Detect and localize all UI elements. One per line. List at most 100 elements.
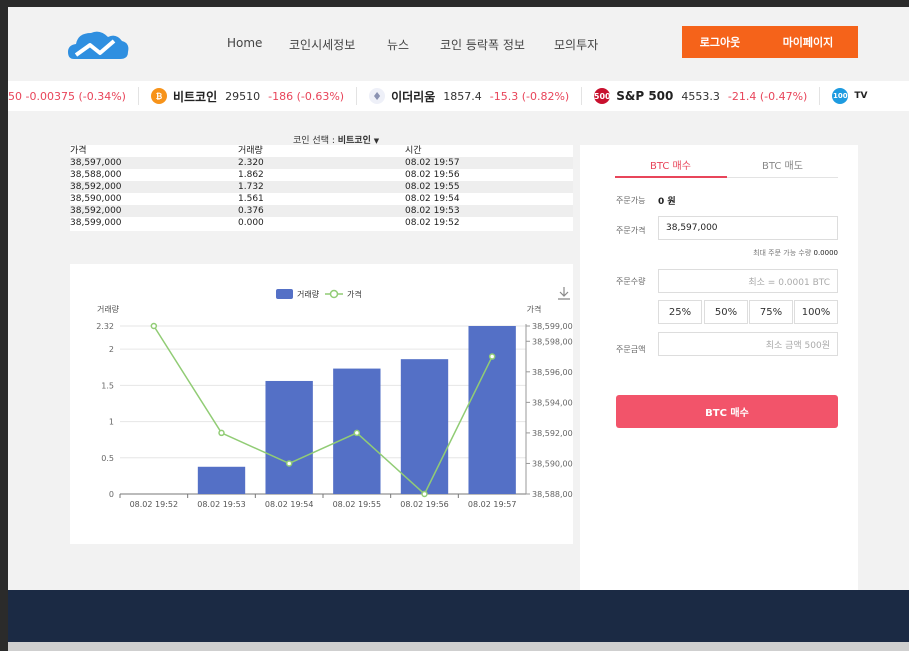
y-tick-label: 2	[109, 345, 114, 354]
price-point	[218, 429, 225, 437]
legend-bar-swatch	[276, 289, 293, 299]
available-label: 주문가능	[616, 196, 646, 205]
price-label: 주문가격	[616, 226, 646, 235]
table-row: 38,588,000 1.862 08.02 19:56	[70, 169, 573, 181]
y2-tick-label: 38,588,000	[532, 490, 573, 499]
logout-button[interactable]: 로그아웃	[682, 26, 758, 58]
cell-price: 38,597,000	[70, 158, 122, 168]
ticker-item[interactable]: 50 -0.00375 (-0.34%)	[8, 87, 139, 105]
footer-bottom	[8, 642, 909, 651]
ticker-change: -21.4 (-0.47%)	[727, 89, 808, 103]
pct-50-button[interactable]: 50%	[704, 300, 748, 324]
ticker-name: 이더리움	[391, 89, 436, 104]
table-row: 38,592,000 1.732 08.02 19:55	[70, 181, 573, 193]
bar	[265, 380, 313, 494]
sp500-icon: 500	[594, 88, 611, 104]
x-tick-label: 08.02 19:57	[468, 500, 516, 509]
buy-button[interactable]: BTC 매수	[616, 395, 838, 428]
max-qty-info: 최대 주문 가능 수량 0.0000	[753, 248, 838, 258]
ticker-price: 1857.4	[443, 89, 482, 103]
y2-tick-label: 38,594,000	[532, 398, 573, 407]
footer	[8, 590, 909, 642]
download-icon[interactable]	[558, 287, 570, 300]
ticker-item[interactable]: ♦ 이더리움 1857.4 -15.3 (-0.82%)	[357, 87, 583, 105]
chevron-down-icon: ▼	[373, 137, 380, 145]
cell-volume: 0.000	[238, 218, 264, 228]
cell-time: 08.02 19:53	[405, 206, 460, 216]
header-time: 시간	[405, 146, 422, 156]
pct-100-button[interactable]: 100%	[794, 300, 838, 324]
cell-volume: 2.320	[238, 158, 264, 168]
bar	[468, 326, 516, 494]
x-tick-label: 08.02 19:56	[400, 500, 449, 509]
price-point	[488, 353, 496, 360]
bitcoin-icon: ₿	[150, 88, 167, 104]
pct-25-button[interactable]: 25%	[658, 300, 702, 324]
table-row: 38,590,000 1.561 08.02 19:54	[70, 193, 573, 205]
y2-tick-label: 38,598,000	[532, 337, 573, 346]
y2-tick-label: 38,599,000	[532, 322, 573, 331]
ticker-item[interactable]: 100 TV	[820, 87, 879, 105]
cell-volume: 1.561	[238, 194, 264, 204]
chart-panel: 2.32 2 1.5 1 0.5 0 38,599,000 38,598,000 38,596,…	[70, 264, 578, 544]
nav-mock-invest[interactable]: 모의투자	[554, 36, 598, 53]
nav-coin-change[interactable]: 코인 등락폭 정보	[440, 36, 525, 53]
x-tick-label: 08.02 19:52	[130, 500, 179, 509]
ticker-price: 4553.3	[681, 89, 720, 103]
mypage-button[interactable]: 마이페이지	[758, 26, 858, 58]
nav-coin-price[interactable]: 코인시세정보	[289, 36, 355, 53]
header-price: 가격	[70, 146, 87, 156]
price-input[interactable]: 38,597,000	[658, 216, 838, 240]
price-point	[353, 429, 361, 437]
max-qty-label: 최대 주문 가능 수량	[753, 249, 812, 257]
y-tick-label: 0.5	[101, 454, 114, 463]
ticker-price: 29510	[225, 89, 261, 103]
ticker-item[interactable]: ₿ 비트코인 29510 -186 (-0.63%)	[139, 87, 358, 105]
y2-axis-label: 가격	[527, 304, 542, 314]
qty-label: 주문수량	[616, 277, 646, 286]
tab-sell[interactable]: BTC 매도	[762, 157, 803, 172]
ticker-item[interactable]: 500 S&P 500 4553.3 -21.4 (-0.47%)	[582, 87, 821, 105]
ticker-bar: 50 -0.00375 (-0.34%) ₿ 비트코인 29510 -186 (…	[8, 81, 909, 111]
pct-75-button[interactable]: 75%	[749, 300, 793, 324]
price-point	[421, 490, 428, 498]
order-panel: BTC 매수 BTC 매도 주문가능 0 원 주문가격 38,597,000 최…	[580, 145, 858, 591]
amount-input[interactable]: 최소 금액 500원	[658, 332, 838, 356]
app-window: Home 코인시세정보 뉴스 코인 등락폭 정보 모의투자 로그아웃 마이페이지…	[8, 7, 909, 651]
price-point	[285, 460, 293, 467]
cell-price: 38,590,000	[70, 194, 122, 204]
ticker-name: S&P 500	[616, 89, 674, 103]
legend-line-marker	[329, 289, 339, 299]
qty-input[interactable]: 최소 = 0.0001 BTC	[658, 269, 838, 293]
cell-volume: 0.376	[238, 206, 264, 216]
y-tick-label: 1	[109, 418, 114, 427]
legend-line-label: 가격	[347, 289, 362, 299]
bar	[197, 466, 246, 494]
ticker-change: -186 (-0.63%)	[268, 89, 345, 103]
tab-buy-underline	[615, 176, 727, 178]
trades-table: 가격 거래량 시간 38,597,000 2.320 08.02 19:57 3…	[70, 145, 573, 231]
cell-price: 38,599,000	[70, 218, 122, 228]
y2-tick-label: 38,592,000	[532, 429, 573, 438]
cell-price: 38,592,000	[70, 182, 122, 192]
legend-bar-label: 거래량	[297, 289, 320, 299]
table-row: 38,592,000 0.376 08.02 19:53	[70, 205, 573, 217]
y2-tick-label: 38,596,000	[532, 368, 573, 377]
nasdaq-icon: 100	[832, 88, 849, 104]
ticker-name: 비트코인	[172, 89, 218, 104]
cell-volume: 1.862	[238, 170, 264, 180]
ethereum-icon: ♦	[369, 88, 386, 104]
bar	[400, 359, 449, 494]
nav-news[interactable]: 뉴스	[387, 36, 409, 53]
tab-buy[interactable]: BTC 매수	[650, 157, 691, 172]
y-axis-label: 거래량	[97, 304, 120, 314]
available-value: 0 원	[658, 197, 676, 207]
cell-price: 38,588,000	[70, 170, 122, 180]
logo-cloud-icon[interactable]	[66, 25, 130, 65]
ticker-change: 50 -0.00375 (-0.34%)	[8, 89, 126, 103]
x-tick-label: 08.02 19:54	[265, 500, 314, 509]
header-volume: 거래량	[238, 146, 263, 156]
x-tick-label: 08.02 19:53	[197, 500, 246, 509]
nav-home[interactable]: Home	[227, 36, 262, 50]
y2-tick-label: 38,590,000	[532, 459, 573, 468]
